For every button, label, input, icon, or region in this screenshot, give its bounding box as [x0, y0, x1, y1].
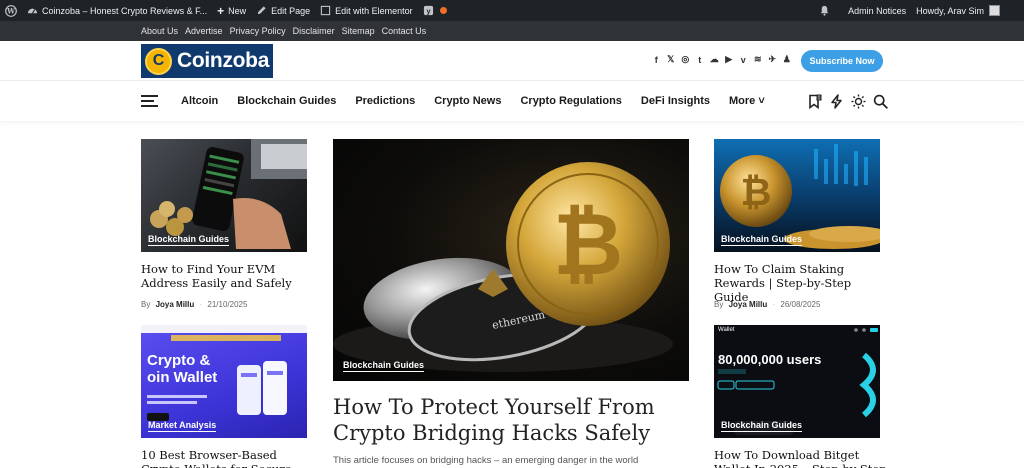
svg-text:W: W: [6, 6, 15, 15]
notifications-bell[interactable]: [814, 0, 835, 21]
card-title-bitget-wallet[interactable]: How To Download Bitget Wallet In 2025 – …: [714, 448, 889, 468]
social-link-icon[interactable]: t: [693, 55, 708, 65]
featured-excerpt: This article focuses on bridging hacks –…: [333, 455, 639, 466]
admin-notices-label: Admin Notices: [848, 5, 907, 16]
card-image-bitget-wallet[interactable]: Wallet 80,000,000 users Blockchain Guide…: [714, 325, 880, 438]
yoast-icon: y: [423, 5, 433, 15]
category-label[interactable]: Blockchain Guides: [721, 420, 803, 432]
top-menu-link[interactable]: Disclaimer: [293, 26, 335, 36]
social-link-icon[interactable]: ✈: [765, 54, 780, 65]
category-label[interactable]: Blockchain Guides: [148, 234, 230, 246]
site-title: Coinzoba – Honest Crypto Reviews & F...: [42, 5, 208, 16]
card-title-evm-address[interactable]: How to Find Your EVM Address Easily and …: [141, 262, 311, 290]
plus-icon: +: [217, 3, 225, 18]
card-title-staking-rewards[interactable]: How To Claim Staking Rewards | Step-by-S…: [714, 262, 889, 304]
card-title-browser-wallets[interactable]: 10 Best Browser-Based Crypto Wallets for…: [141, 448, 311, 468]
edit-page-link[interactable]: Edit Page: [251, 0, 315, 21]
edit-with-elementor-link[interactable]: Edit with Elementor: [315, 0, 418, 21]
social-links: f 𝕏 ◎ t ☁ ▶ v ≋ ✈ ♟: [649, 54, 794, 65]
top-menu-link[interactable]: Privacy Policy: [230, 26, 286, 36]
avatar: [989, 5, 1000, 16]
social-link-icon[interactable]: ☁: [707, 54, 722, 65]
nav-item[interactable]: Predictions: [355, 95, 415, 107]
top-menu-link[interactable]: Contact Us: [382, 26, 427, 36]
social-link-icon[interactable]: f: [649, 55, 664, 65]
site-name-link[interactable]: Coinzoba – Honest Crypto Reviews & F...: [22, 0, 212, 21]
subscribe-button[interactable]: Subscribe Now: [801, 50, 883, 72]
author-link[interactable]: Joya Millu: [156, 300, 195, 309]
card-image-staking-rewards[interactable]: ₿ Blockchain Guides: [714, 139, 880, 252]
top-menu-link[interactable]: Advertise: [185, 26, 223, 36]
card-meta-staking-rewards: By Joya Millu · 26/08/2025: [714, 300, 821, 309]
social-link-icon[interactable]: v: [736, 55, 751, 65]
lightning-icon[interactable]: [826, 93, 847, 109]
social-link-icon[interactable]: 𝕏: [664, 54, 679, 65]
admin-bar: W Coinzoba – Honest Crypto Reviews & F..…: [0, 0, 1024, 21]
dashboard-icon: [27, 8, 38, 14]
top-menu: About Us Advertise Privacy Policy Disclaime…: [0, 21, 1024, 41]
elementor-icon: [320, 5, 331, 16]
post-date: 21/10/2025: [207, 300, 248, 309]
pencil-icon: [257, 6, 266, 15]
category-label[interactable]: Blockchain Guides: [721, 234, 803, 246]
top-menu-link[interactable]: Sitemap: [342, 26, 375, 36]
nav-item[interactable]: Blockchain Guides: [237, 95, 336, 107]
image-text-line-2: oin Wallet: [147, 369, 218, 386]
new-label: New: [228, 5, 247, 16]
social-link-icon[interactable]: ◎: [678, 54, 693, 65]
post-date: 26/08/2025: [780, 300, 821, 309]
logo-coin-icon: C: [145, 47, 172, 75]
svg-text:₿: ₿: [741, 170, 772, 214]
site-header: C Coinzoba f 𝕏 ◎ t ☁ ▶ v ≋ ✈ ♟ Subscribe Now: [0, 41, 1024, 81]
card-image-evm-address[interactable]: Blockchain Guides: [141, 139, 307, 252]
edit-page-label: Edit Page: [271, 5, 311, 16]
bookmark-icon[interactable]: 0: [804, 93, 825, 109]
featured-image-bridging-hacks[interactable]: ethereum ₿ Blockchain Guides: [333, 139, 689, 381]
top-menu-link[interactable]: About Us: [141, 26, 178, 36]
seo-status-dot: [439, 7, 447, 14]
search-icon[interactable]: [870, 93, 891, 109]
nav-item[interactable]: DeFi Insights: [641, 95, 710, 107]
yoast-menu[interactable]: y: [418, 0, 452, 21]
social-link-icon[interactable]: ♟: [780, 54, 795, 65]
main-navigation: Altcoin Blockchain Guides Predictions Crypt…: [0, 81, 1024, 121]
image-text-line-2: 80,000,000 users: [718, 352, 822, 367]
elementor-label: Edit with Elementor: [335, 5, 413, 16]
svg-text:0: 0: [817, 95, 820, 101]
category-label[interactable]: Market Analysis: [148, 420, 217, 432]
nav-item[interactable]: Altcoin: [181, 95, 218, 107]
nav-item[interactable]: Crypto Regulations: [520, 95, 621, 107]
svg-text:₿: ₿: [553, 195, 623, 295]
nav-item[interactable]: More ˅: [729, 95, 765, 107]
hamburger-menu-icon[interactable]: [141, 95, 158, 107]
card-image-browser-wallets[interactable]: Crypto & oin Wallet Market Analysis: [141, 325, 307, 438]
nav-item[interactable]: Crypto News: [434, 95, 501, 107]
image-text-line-1: Wallet: [718, 327, 735, 333]
theme-toggle-sun-icon[interactable]: [848, 93, 869, 109]
admin-notices-link[interactable]: Admin Notices: [843, 0, 911, 21]
wordpress-logo-icon[interactable]: W: [0, 0, 22, 21]
image-text-line-1: Crypto &: [147, 352, 211, 369]
social-link-icon[interactable]: ▶: [722, 54, 737, 65]
bell-icon: [820, 5, 829, 16]
account-menu[interactable]: Howdy, Arav Sim: [911, 0, 1024, 21]
author-link[interactable]: Joya Millu: [729, 300, 768, 309]
social-link-icon[interactable]: ≋: [751, 54, 766, 65]
category-label[interactable]: Blockchain Guides: [343, 360, 425, 372]
howdy-label: Howdy, Arav Sim: [916, 5, 984, 16]
site-logo[interactable]: C Coinzoba: [141, 44, 273, 78]
logo-text: Coinzoba: [177, 49, 270, 72]
card-meta-evm-address: By Joya Millu · 21/10/2025: [141, 300, 248, 309]
featured-title[interactable]: How To Protect Yourself From Crypto Brid…: [333, 394, 689, 446]
new-content-link[interactable]: + New: [212, 0, 251, 21]
